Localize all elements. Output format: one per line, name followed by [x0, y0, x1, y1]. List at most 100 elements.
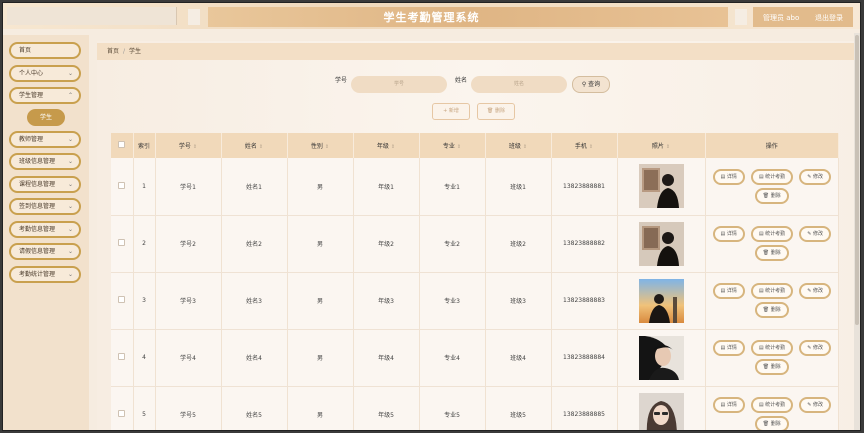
document-icon: ▤ — [758, 345, 764, 351]
header-photo[interactable]: 照片 ⇕ — [617, 133, 706, 158]
header-major[interactable]: 专业 ⇕ — [419, 133, 486, 158]
delete-button[interactable]: 🗑 删除 — [754, 187, 789, 204]
document-icon: ▤ — [758, 288, 764, 294]
delete-button[interactable]: 🗑 删除 — [754, 359, 789, 375]
edit-button[interactable]: ✎ 修改 — [799, 226, 831, 242]
edit-button[interactable]: ✎ 修改 — [799, 168, 831, 185]
row-select[interactable] — [111, 272, 134, 330]
student-photo[interactable] — [638, 278, 684, 323]
edit-button[interactable]: ✎ 修改 — [799, 340, 831, 356]
sidebar-subitem-student[interactable]: 学生 — [27, 109, 65, 126]
document-icon: ▤ — [720, 231, 726, 237]
delete-label: 删除 — [770, 250, 781, 256]
top-right-divider — [735, 9, 747, 25]
sidebar-item-home[interactable]: 首页 — [9, 42, 81, 59]
student-photo[interactable] — [638, 164, 684, 209]
header-student-no[interactable]: 学号 ⇕ — [155, 133, 222, 158]
sort-icon[interactable]: ⇕ — [193, 144, 197, 150]
student-no-input[interactable]: 学号 — [351, 76, 447, 93]
checkbox[interactable] — [118, 181, 126, 189]
row-select[interactable] — [111, 386, 134, 430]
detail-button[interactable]: ▤ 详情 — [712, 397, 745, 413]
checkbox[interactable] — [118, 239, 126, 246]
sort-icon[interactable]: ⇕ — [259, 144, 263, 150]
row-select[interactable] — [111, 215, 134, 273]
detail-button[interactable]: ▤ 详情 — [712, 340, 745, 356]
delete-button[interactable]: 🗑 删除 — [754, 302, 789, 318]
batch-delete-button[interactable]: 🗑 删除 — [477, 103, 515, 120]
document-icon: ▤ — [758, 231, 764, 237]
cell-index: 3 — [133, 272, 156, 330]
stats-button[interactable]: ▤ 统计考勤 — [750, 340, 794, 356]
cell-actions: ▤ 详情 ▤ 统计考勤 ✎ 修改 🗑 删除 — [705, 329, 839, 387]
cell-major: 专业2 — [419, 215, 486, 273]
cell-major: 专业4 — [419, 329, 486, 387]
scrollbar-thumb[interactable] — [855, 35, 859, 325]
delete-button[interactable]: 🗑 删除 — [754, 416, 789, 430]
row-select[interactable] — [111, 158, 134, 216]
student-photo[interactable] — [638, 221, 684, 266]
sidebar-item-checkin[interactable]: 签到信息管理 ⌄ — [9, 198, 81, 215]
edit-button[interactable]: ✎ 修改 — [799, 283, 831, 299]
sidebar-item-teachers[interactable]: 教师管理 ⌄ — [9, 131, 81, 148]
header-phone[interactable]: 手机 ⇕ — [551, 133, 618, 158]
add-button[interactable]: + 新增 — [432, 103, 470, 120]
student-photo[interactable] — [638, 392, 684, 430]
header-select-all[interactable] — [111, 133, 134, 158]
stats-button[interactable]: ▤ 统计考勤 — [750, 168, 794, 185]
header-gender[interactable]: 性别 ⇕ — [287, 133, 354, 158]
cell-actions: ▤ 详情 ▤ 统计考勤 ✎ 修改 🗑 删除 — [705, 386, 839, 430]
logout-link[interactable]: 退出登录 — [815, 13, 843, 23]
document-icon: ▤ — [758, 173, 764, 180]
checkbox[interactable] — [118, 410, 126, 417]
checkbox[interactable] — [118, 296, 126, 303]
table-row: 4 学号4 姓名4 男年级4 专业4 班级4 13823888884 ▤ 详情 ▤ 统计考勤 ✎ … — [111, 329, 839, 387]
sort-icon[interactable]: ⇕ — [589, 144, 593, 150]
sidebar-item-leave[interactable]: 请假信息管理 ⌄ — [9, 243, 81, 260]
chevron-up-icon: ⌃ — [67, 92, 73, 99]
name-input[interactable]: 姓名 — [471, 76, 567, 93]
stats-button[interactable]: ▤ 统计考勤 — [750, 226, 794, 242]
cell-grade: 年级3 — [353, 272, 420, 330]
sidebar-item-profile[interactable]: 个人中心 ⌄ — [9, 65, 81, 82]
sort-icon[interactable]: ⇕ — [457, 144, 461, 150]
row-select[interactable] — [111, 329, 134, 387]
sidebar-item-attendance[interactable]: 考勤信息管理 ⌄ — [9, 221, 81, 238]
breadcrumb-current: 学生 — [129, 48, 142, 55]
cell-student-no: 学号4 — [155, 329, 222, 387]
breadcrumb-home[interactable]: 首页 — [107, 48, 119, 55]
detail-button[interactable]: ▤ 详情 — [712, 168, 745, 185]
cell-class: 班级3 — [485, 272, 552, 330]
checkbox[interactable] — [118, 353, 126, 360]
sidebar-item-label: 班级信息管理 — [19, 158, 56, 165]
stats-button[interactable]: ▤ 统计考勤 — [750, 397, 794, 413]
chevron-down-icon: ⌄ — [67, 271, 73, 278]
sidebar-item-courses[interactable]: 课程信息管理 ⌄ — [9, 176, 81, 193]
student-photo[interactable] — [638, 335, 684, 380]
header-label: 班级 — [508, 143, 521, 150]
cell-actions: ▤ 详情 ▤ 统计考勤 ✎ 修改 🗑 删除 — [705, 158, 839, 216]
table-row: 5 学号5 姓名5 男年级5 专业5 班级5 13823888885 ▤ 详情 ▤ 统计考勤 ✎ … — [111, 386, 839, 430]
detail-button[interactable]: ▤ 详情 — [712, 283, 745, 299]
sort-icon[interactable]: ⇕ — [391, 144, 395, 150]
edit-icon: ✎ — [807, 402, 812, 408]
delete-button[interactable]: 🗑 删除 — [754, 245, 789, 261]
vertical-scrollbar[interactable] — [854, 33, 860, 430]
breadcrumb: 首页 / 学生 — [97, 43, 859, 60]
header-class[interactable]: 班级 ⇕ — [485, 133, 552, 158]
edit-button[interactable]: ✎ 修改 — [799, 397, 831, 413]
header-grade[interactable]: 年级 ⇕ — [353, 133, 420, 158]
table-row: 2 学号2 姓名2 男年级2 专业2 班级2 13823888882 ▤ 详情 ▤ 统计考勤 ✎ … — [111, 215, 839, 273]
sort-icon[interactable]: ⇕ — [325, 144, 329, 150]
sidebar-item-students[interactable]: 学生管理 ⌃ — [9, 87, 81, 104]
header-name[interactable]: 姓名 ⇕ — [221, 133, 288, 158]
checkbox[interactable] — [118, 141, 126, 148]
query-button[interactable]: ⚲ 查询 — [572, 76, 610, 93]
detail-button[interactable]: ▤ 详情 — [712, 226, 745, 242]
sort-icon[interactable]: ⇕ — [666, 144, 670, 150]
sidebar-item-classes[interactable]: 班级信息管理 ⌄ — [9, 153, 81, 170]
stats-button[interactable]: ▤ 统计考勤 — [750, 283, 794, 299]
sort-icon[interactable]: ⇕ — [523, 144, 527, 150]
sidebar-item-attendance-stats[interactable]: 考勤统计管理 ⌄ — [9, 266, 81, 283]
cell-class: 班级4 — [485, 329, 552, 387]
